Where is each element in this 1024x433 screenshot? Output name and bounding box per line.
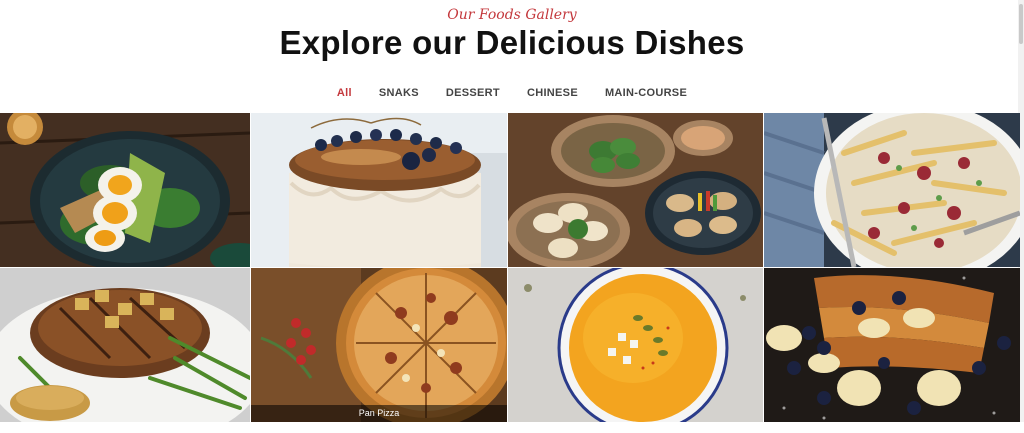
- pan-pizza-caption: Pan Pizza: [251, 405, 507, 422]
- dumplings-image: [508, 113, 763, 267]
- pork-chop-image: [0, 268, 250, 422]
- filter-chinese[interactable]: CHINESE: [527, 86, 578, 102]
- gallery-item-dumplings[interactable]: [508, 113, 763, 267]
- gallery-item-fries[interactable]: [764, 113, 1020, 267]
- page-title: Explore our Delicious Dishes: [279, 24, 745, 61]
- egg-salad-image: [0, 113, 250, 267]
- food-gallery-grid: Pan Pizza: [0, 113, 1020, 422]
- french-toast-image: [764, 268, 1020, 422]
- pumpkin-soup-image: [508, 268, 763, 422]
- blueberry-cake-image: [251, 113, 507, 267]
- gallery-item-french-toast[interactable]: [764, 268, 1020, 422]
- gallery-item-pan-pizza[interactable]: Pan Pizza: [251, 268, 507, 422]
- gallery-item-blueberry-cake[interactable]: [251, 113, 507, 267]
- gallery-item-pumpkin-soup[interactable]: [508, 268, 763, 422]
- filter-main-course[interactable]: MAIN-COURSE: [605, 86, 687, 102]
- gallery-item-egg-salad[interactable]: [0, 113, 250, 267]
- filter-snaks[interactable]: SNAKS: [379, 86, 419, 102]
- section-subtitle: Our Foods Gallery: [447, 7, 577, 23]
- gallery-item-pork-chop[interactable]: [0, 268, 250, 422]
- filter-dessert[interactable]: DESSERT: [446, 86, 500, 102]
- fries-image: [764, 113, 1020, 267]
- page-bottom-edge: [0, 422, 1024, 433]
- scrollbar-thumb[interactable]: [1019, 4, 1023, 44]
- category-filter-bar: All SNAKS DESSERT CHINESE MAIN-COURSE: [0, 86, 1024, 102]
- filter-all[interactable]: All: [337, 86, 352, 102]
- gallery-header: Our Foods Gallery Explore our Delicious …: [0, 0, 1024, 112]
- pan-pizza-image: [251, 268, 507, 422]
